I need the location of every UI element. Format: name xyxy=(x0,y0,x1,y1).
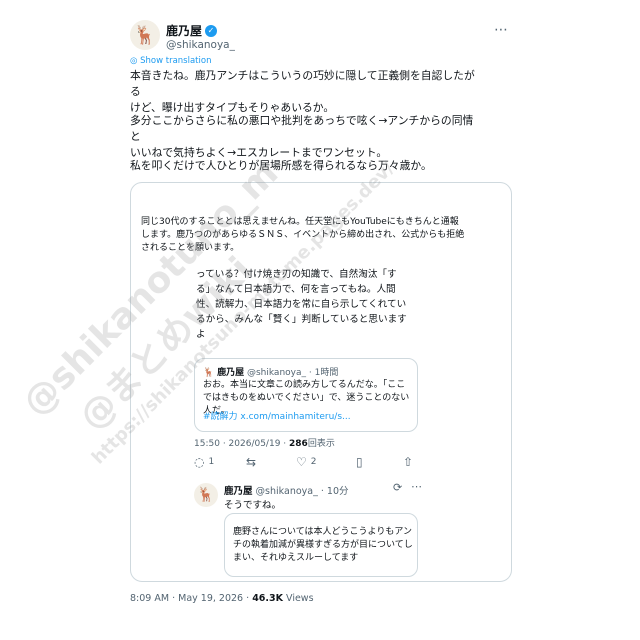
reply-author-handle: @shikanoya_ xyxy=(255,486,318,497)
tweet-paragraph-1: 本音きたね。鹿乃アンチはこういうの巧妙に隠して正義側を自認したがる けど、曝け出… xyxy=(130,69,475,114)
tweet-views-count: 46.3K xyxy=(252,593,283,604)
like-count: 2 xyxy=(310,457,317,467)
nested-author-name: 鹿乃屋 xyxy=(217,368,245,378)
tweet-time[interactable]: 8:09 AM xyxy=(130,593,169,604)
like-action[interactable]: ♡ 2 xyxy=(296,455,317,469)
verified-badge-icon: ✓ xyxy=(205,24,218,37)
image-middle-text: っている？付け焼き刃の知識で、自然淘汰「す る」なんて日本語力で、何を言ってもね… xyxy=(196,269,407,340)
reply-icon: ◌ xyxy=(194,455,205,469)
nested-time-ago: · 1時間 xyxy=(308,368,339,378)
tweet-timestamp: 8:09 AM · May 19, 2026 · 46.3K Views xyxy=(130,593,314,604)
author-info: 鹿乃屋 ✓ @shikanoya_ xyxy=(166,20,235,51)
retweet-action[interactable]: ⇆ xyxy=(246,455,256,469)
bookmark-icon: ▯ xyxy=(356,455,363,469)
attached-image[interactable]: 同じ30代のすることとは思えませんね。任天堂にもYouTubeにもきちんと通報 … xyxy=(130,182,512,582)
hashtag-link[interactable]: #読解力 xyxy=(203,412,238,422)
reply-time-ago: · 10分 xyxy=(320,486,349,497)
share-icon: ⇧ xyxy=(403,455,414,469)
globe-icon: ◎ xyxy=(130,56,138,66)
show-translation-label: Show translation xyxy=(140,56,212,66)
url-link[interactable]: x.com/mainhamiteru/s... xyxy=(240,412,350,422)
deer-avatar-icon: 🦌 xyxy=(133,24,157,46)
bottom-comment-text: 鹿野さんについては本人どうこうよりもアン チの執着加減が異様すぎる方が目について… xyxy=(233,527,413,563)
meta-views: 286 xyxy=(289,439,308,449)
image-top-text: 同じ30代のすることとは思えませんね。任天堂にもYouTubeにもきちんと通報 … xyxy=(141,217,465,253)
like-icon: ♡ xyxy=(296,455,307,469)
nested-author-handle: @shikanoya_ xyxy=(246,368,306,378)
author-avatar[interactable]: 🦌 xyxy=(130,20,160,50)
author-handle[interactable]: @shikanoya_ xyxy=(166,39,235,51)
author-name[interactable]: 鹿乃屋 xyxy=(166,24,202,38)
deer-avatar-icon: 🦌 xyxy=(203,368,215,378)
nested-tweet-header: 🦌 鹿乃屋 @shikanoya_ · 1時間 xyxy=(203,365,338,378)
tweet-paragraph-3: 私を叩くだけで人ひとりが居場所感を得られるなら万々歳か。 xyxy=(130,159,432,172)
tweet-paragraph-2: 多分ここからさらに私の悪口や批判をあっちで呟く→アンチからの同情と いいねで気持… xyxy=(130,114,474,159)
nested-tweet-links: #読解力 x.com/mainhamiteru/s... xyxy=(203,409,351,422)
image-tweet-meta: 15:50 · 2026/05/19 · 286回表示 xyxy=(194,439,335,449)
retweet-icon: ⇆ xyxy=(246,455,257,469)
more-icon[interactable]: ⋯ xyxy=(494,22,509,38)
meta-views-label: 回表示 xyxy=(307,439,335,449)
deer-avatar-icon: 🦌 xyxy=(197,487,215,503)
more-icon[interactable]: ⋯ xyxy=(411,480,422,493)
reply-action[interactable]: ◌ 1 xyxy=(194,455,214,469)
bottom-comment-box: 鹿野さんについては本人どうこうよりもアン チの執着加減が異様すぎる方が目について… xyxy=(224,513,418,577)
reply-tweet-text: そうですね。 xyxy=(224,500,282,511)
tweet-views-label: Views xyxy=(286,593,314,604)
reply-tweet-header: 鹿乃屋 @shikanoya_ · 10分 xyxy=(224,483,349,497)
reply-author-name: 鹿乃屋 xyxy=(224,486,253,497)
nested-quoted-tweet[interactable]: 🦌 鹿乃屋 @shikanoya_ · 1時間 おお。本当に文章この読み方してる… xyxy=(194,358,418,432)
reply-count: 1 xyxy=(208,457,215,467)
share-action[interactable]: ⇧ xyxy=(403,455,413,469)
meta-date: 2026/05/19 xyxy=(228,439,281,449)
refresh-icon[interactable]: ⟳ xyxy=(393,481,402,494)
reply-avatar[interactable]: 🦌 xyxy=(194,483,218,507)
bookmark-action[interactable]: ▯ xyxy=(356,455,363,469)
show-translation-link[interactable]: ◎ Show translation xyxy=(130,56,211,66)
meta-time: 15:50 xyxy=(194,439,220,449)
tweet-date[interactable]: May 19, 2026 xyxy=(178,593,243,604)
